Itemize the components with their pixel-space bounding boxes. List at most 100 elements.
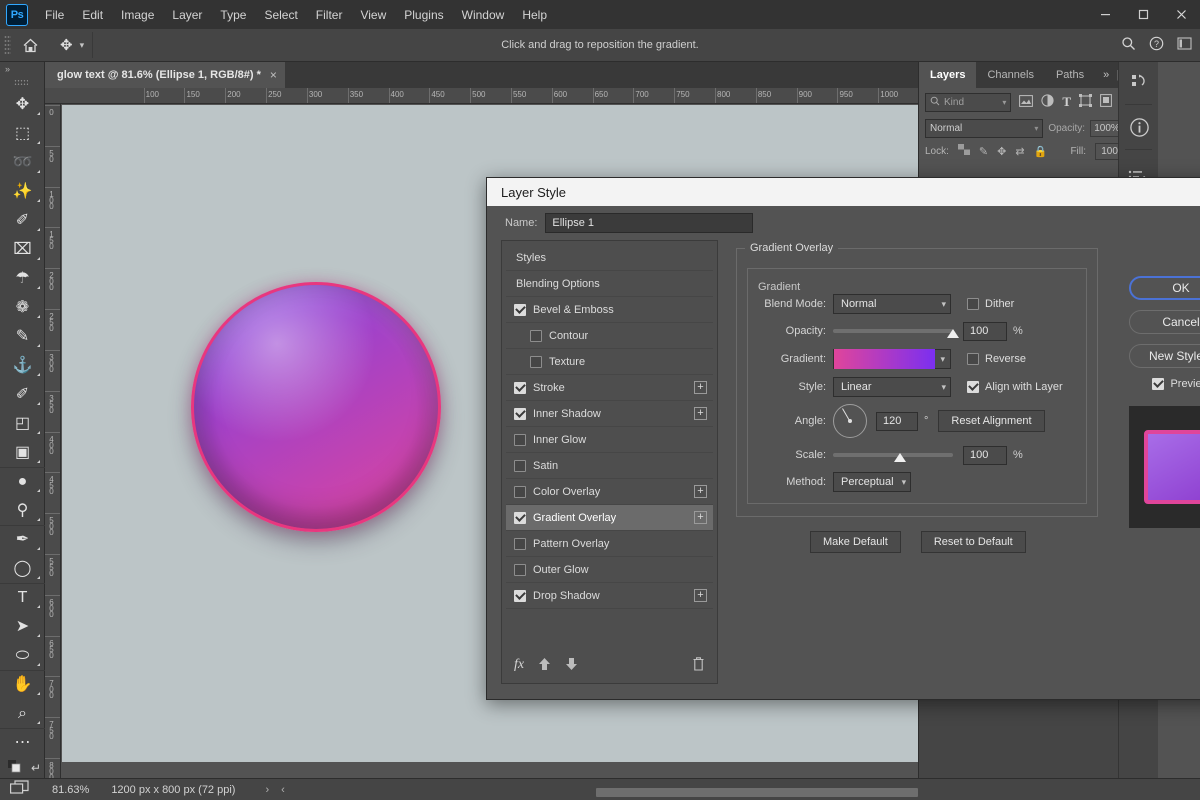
adjustment-filter-icon[interactable]: [1041, 94, 1054, 110]
effect-checkbox[interactable]: [514, 537, 526, 550]
crop-tool[interactable]: ✐: [0, 206, 45, 235]
method-select[interactable]: Perceptual ▾: [833, 472, 911, 492]
effect-row-drop-shadow[interactable]: Drop Shadow +: [506, 583, 713, 609]
ellipse-shape[interactable]: [191, 282, 441, 532]
eyedropper-tool[interactable]: ☂: [0, 264, 45, 293]
reverse-checkbox[interactable]: Reverse: [967, 353, 1026, 365]
layer-blend-mode-select[interactable]: Normal ▾: [925, 118, 1044, 138]
align-with-layer-checkbox[interactable]: Align with Layer: [967, 381, 1063, 393]
chevron-down-icon[interactable]: ▾: [1034, 124, 1038, 133]
menu-edit[interactable]: Edit: [73, 4, 112, 26]
menu-plugins[interactable]: Plugins: [395, 4, 452, 26]
status-screen-mode-icon[interactable]: [10, 780, 30, 799]
toolbar-collapse-button[interactable]: »: [0, 62, 44, 77]
ellipse-tool[interactable]: ⬭: [0, 641, 45, 670]
effect-row-styles[interactable]: Styles: [506, 245, 713, 271]
effect-checkbox[interactable]: [514, 303, 526, 316]
document-tab[interactable]: glow text @ 81.6% (Ellipse 1, RGB/8#) * …: [45, 62, 285, 88]
chevron-down-icon[interactable]: ▾: [80, 40, 85, 51]
filter-kind-select[interactable]: Kind ▾: [925, 92, 1012, 112]
effect-row-texture[interactable]: Texture: [506, 349, 713, 375]
add-effect-instance-icon[interactable]: +: [694, 511, 707, 524]
scale-slider[interactable]: [833, 446, 953, 465]
chevron-down-icon[interactable]: ▾: [935, 354, 950, 365]
effect-row-inner-shadow[interactable]: Inner Shadow +: [506, 401, 713, 427]
dodge-tool[interactable]: ⚲: [0, 496, 45, 525]
brush-tool[interactable]: ✎: [0, 322, 45, 351]
horizontal-ruler[interactable]: 100 150 200 250 300 350 400 450 500 550 600 650 700 7…: [45, 88, 918, 104]
scale-slider-knob[interactable]: [894, 452, 907, 462]
tab-channels[interactable]: Channels: [976, 62, 1044, 88]
add-effect-instance-icon[interactable]: +: [694, 589, 707, 602]
menu-layer[interactable]: Layer: [163, 4, 211, 26]
home-icon[interactable]: [15, 33, 45, 58]
menu-view[interactable]: View: [351, 4, 395, 26]
fx-icon[interactable]: fx: [514, 657, 524, 673]
blur-tool[interactable]: ●: [0, 467, 45, 496]
search-icon[interactable]: [1121, 36, 1136, 54]
effect-row-blending-options[interactable]: Blending Options: [506, 271, 713, 297]
add-effect-instance-icon[interactable]: +: [694, 407, 707, 420]
move-down-icon[interactable]: [565, 657, 578, 674]
history-brush-tool[interactable]: ✐: [0, 380, 45, 409]
workspace-icon[interactable]: [1177, 37, 1192, 53]
lock-transparency-icon[interactable]: [957, 144, 970, 158]
effect-row-bevel-emboss[interactable]: Bevel & Emboss: [506, 297, 713, 323]
frame-tool[interactable]: ⌧: [0, 235, 45, 264]
effect-row-gradient-overlay[interactable]: Gradient Overlay +: [506, 505, 713, 531]
preview-checkbox[interactable]: Preview: [1129, 378, 1200, 390]
type-filter-icon[interactable]: T: [1062, 94, 1071, 110]
reset-alignment-button[interactable]: Reset Alignment: [938, 410, 1045, 432]
chevron-down-icon[interactable]: ▾: [1002, 98, 1006, 107]
add-effect-instance-icon[interactable]: +: [694, 485, 707, 498]
effect-checkbox[interactable]: [514, 589, 526, 602]
cancel-button[interactable]: Cancel: [1129, 310, 1200, 334]
trash-icon[interactable]: [692, 656, 705, 674]
reset-to-default-button[interactable]: Reset to Default: [920, 531, 1026, 553]
effect-row-color-overlay[interactable]: Color Overlay +: [506, 479, 713, 505]
zoom-tool[interactable]: ⌕: [0, 699, 45, 728]
object-selection-tool[interactable]: ✨: [0, 177, 45, 206]
opacity-input[interactable]: 100: [963, 321, 1007, 341]
vertical-ruler[interactable]: 0 50 100 150 200 250 300 350 400 450 500 550 600 650 7…: [45, 104, 61, 778]
clone-stamp-tool[interactable]: ⚓: [0, 351, 45, 380]
lock-all-icon[interactable]: 🔒: [1034, 145, 1048, 158]
options-bar-grip[interactable]: [4, 35, 11, 55]
menu-type[interactable]: Type: [211, 4, 255, 26]
gradient-tool[interactable]: ▣: [0, 438, 45, 467]
info-icon[interactable]: [1119, 107, 1159, 147]
effect-checkbox[interactable]: [514, 407, 526, 420]
default-colors-icon[interactable]: [8, 760, 21, 776]
lock-brush-icon[interactable]: ✎: [979, 145, 988, 158]
effect-checkbox[interactable]: [514, 563, 526, 576]
effect-row-pattern-overlay[interactable]: Pattern Overlay: [506, 531, 713, 557]
effect-checkbox[interactable]: [530, 355, 542, 368]
menu-image[interactable]: Image: [112, 4, 163, 26]
direct-selection-tool[interactable]: ➤: [0, 612, 45, 641]
menu-help[interactable]: Help: [513, 4, 556, 26]
ok-button[interactable]: OK: [1129, 276, 1200, 300]
effect-checkbox[interactable]: [514, 433, 526, 446]
pen-tool[interactable]: ✒: [0, 525, 45, 554]
horizontal-scrollbar[interactable]: [596, 788, 918, 797]
status-expand-arrow[interactable]: ›: [265, 784, 269, 796]
menu-filter[interactable]: Filter: [307, 4, 352, 26]
effect-checkbox[interactable]: [514, 485, 526, 498]
effect-row-inner-glow[interactable]: Inner Glow: [506, 427, 713, 453]
style-name-input[interactable]: Ellipse 1: [545, 213, 754, 233]
path-selection-tool[interactable]: ◯: [0, 554, 45, 583]
make-default-button[interactable]: Make Default: [810, 531, 901, 553]
gradient-picker[interactable]: ▾: [833, 349, 951, 369]
angle-input[interactable]: 120: [876, 411, 918, 431]
tab-paths[interactable]: Paths: [1045, 62, 1095, 88]
maximize-button[interactable]: [1124, 0, 1162, 29]
toolbar-grip[interactable]: [14, 79, 28, 86]
shape-filter-icon[interactable]: [1079, 94, 1092, 110]
type-tool[interactable]: T: [0, 583, 45, 612]
effect-checkbox[interactable]: [514, 381, 526, 394]
edit-toolbar[interactable]: ⋯: [0, 728, 45, 757]
move-tool[interactable]: ✥: [0, 90, 45, 119]
lasso-tool[interactable]: ➿: [0, 148, 45, 177]
blend-mode-select[interactable]: Normal ▾: [833, 294, 951, 314]
pixel-filter-icon[interactable]: [1019, 94, 1034, 110]
